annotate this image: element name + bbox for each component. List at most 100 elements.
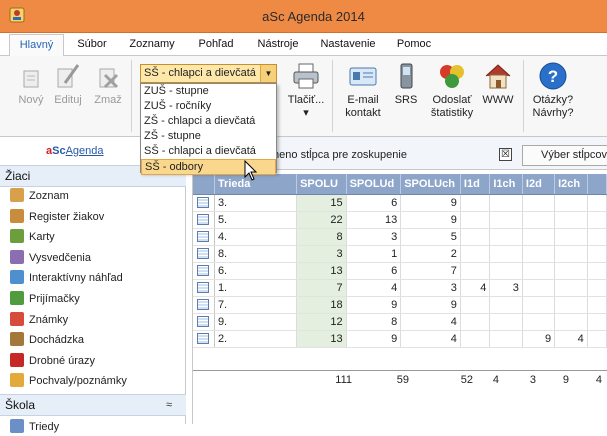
table-cell[interactable] bbox=[460, 262, 491, 280]
table-cell[interactable] bbox=[587, 313, 607, 331]
collapse-icon[interactable]: ≈ bbox=[166, 395, 172, 415]
sidebar-item[interactable]: Zoznam bbox=[10, 187, 69, 205]
tab-nastavenie[interactable]: Nastavenie bbox=[316, 37, 380, 56]
table-cell[interactable] bbox=[489, 262, 523, 280]
table-cell[interactable]: 4 bbox=[400, 313, 461, 331]
table-cell[interactable] bbox=[587, 262, 607, 280]
table-cell[interactable]: 4 bbox=[346, 279, 402, 297]
table-cell[interactable]: 5 bbox=[400, 228, 461, 246]
table-cell[interactable]: 13 bbox=[296, 330, 347, 348]
table-cell[interactable] bbox=[489, 245, 523, 263]
tab-nastroje[interactable]: Nástroje bbox=[252, 37, 304, 56]
table-row[interactable]: 8. 3 1 2 bbox=[193, 245, 607, 263]
email-contact-button[interactable]: E-mail kontakt bbox=[340, 61, 386, 120]
dropdown-option[interactable]: ZUŠ - stupne bbox=[141, 84, 276, 99]
table-cell[interactable] bbox=[522, 194, 556, 212]
table-row[interactable]: 4. 8 3 5 bbox=[193, 228, 607, 246]
table-cell[interactable]: 3 bbox=[346, 228, 402, 246]
table-cell[interactable] bbox=[489, 296, 523, 314]
table-cell[interactable]: 1. bbox=[214, 279, 298, 297]
column-header[interactable] bbox=[587, 174, 607, 195]
sidebar-item[interactable]: Interaktívny náhľad bbox=[10, 269, 123, 287]
table-row[interactable]: 1. 7 4 3 4 3 bbox=[193, 279, 607, 297]
table-cell[interactable] bbox=[460, 194, 491, 212]
table-cell[interactable]: 9 bbox=[400, 211, 461, 229]
tab-pohlad[interactable]: Pohľad bbox=[192, 37, 240, 56]
table-cell[interactable]: 22 bbox=[296, 211, 347, 229]
table-cell[interactable]: 9 bbox=[346, 330, 402, 348]
table-cell[interactable]: 3. bbox=[214, 194, 298, 212]
table-cell[interactable]: 13 bbox=[296, 262, 347, 280]
table-cell[interactable]: 8 bbox=[346, 313, 402, 331]
table-cell[interactable]: 7 bbox=[296, 279, 347, 297]
asc-agenda-link[interactable]: aScAgenda bbox=[46, 145, 104, 157]
sidebar-item[interactable]: Prijímačky bbox=[10, 290, 80, 308]
chevron-down-icon[interactable]: ▼ bbox=[260, 65, 276, 82]
sidebar-item[interactable]: Drobné úrazy bbox=[10, 352, 95, 370]
table-cell[interactable] bbox=[554, 228, 588, 246]
table-cell[interactable] bbox=[587, 245, 607, 263]
table-cell[interactable]: 2. bbox=[214, 330, 298, 348]
table-cell[interactable] bbox=[460, 245, 491, 263]
tab-pomoc[interactable]: Pomoc bbox=[392, 37, 436, 56]
table-cell[interactable]: 15 bbox=[296, 194, 347, 212]
table-cell[interactable]: 3 bbox=[400, 279, 461, 297]
table-cell[interactable]: 4 bbox=[554, 330, 588, 348]
table-cell[interactable] bbox=[460, 330, 491, 348]
table-cell[interactable]: 7. bbox=[214, 296, 298, 314]
table-row[interactable]: 7. 18 9 9 bbox=[193, 296, 607, 314]
table-cell[interactable] bbox=[489, 211, 523, 229]
sidebar-item[interactable]: Známky bbox=[10, 311, 68, 329]
table-row[interactable]: 5. 22 13 9 bbox=[193, 211, 607, 229]
table-cell[interactable] bbox=[460, 228, 491, 246]
checkbox[interactable]: ☒ bbox=[499, 148, 512, 161]
table-cell[interactable]: 9 bbox=[346, 296, 402, 314]
table-cell[interactable]: 18 bbox=[296, 296, 347, 314]
table-cell[interactable]: 9. bbox=[214, 313, 298, 331]
tab-zoznamy[interactable]: Zoznamy bbox=[124, 37, 180, 56]
table-cell[interactable] bbox=[522, 211, 556, 229]
table-cell[interactable] bbox=[522, 228, 556, 246]
table-cell[interactable] bbox=[460, 211, 491, 229]
table-cell[interactable] bbox=[554, 211, 588, 229]
column-header[interactable]: SPOLUch bbox=[400, 174, 461, 195]
www-button[interactable]: WWW bbox=[481, 61, 515, 107]
table-cell[interactable]: 6 bbox=[346, 194, 402, 212]
tab-subor[interactable]: Súbor bbox=[72, 37, 112, 56]
sidebar-item[interactable]: Vysvedčenia bbox=[10, 249, 91, 267]
table-cell[interactable]: 8 bbox=[296, 228, 347, 246]
table-cell[interactable]: 12 bbox=[296, 313, 347, 331]
table-cell[interactable] bbox=[554, 194, 588, 212]
table-row[interactable]: 3. 15 6 9 bbox=[193, 194, 607, 212]
dropdown-option[interactable]: ZŠ - stupne bbox=[141, 129, 276, 144]
table-cell[interactable]: 6. bbox=[214, 262, 298, 280]
column-header[interactable]: I1d bbox=[460, 174, 491, 195]
tab-hlavny[interactable]: Hlavný bbox=[9, 34, 64, 57]
table-cell[interactable]: 4. bbox=[214, 228, 298, 246]
table-cell[interactable] bbox=[522, 262, 556, 280]
table-cell[interactable]: 6 bbox=[346, 262, 402, 280]
table-cell[interactable] bbox=[489, 194, 523, 212]
table-cell[interactable] bbox=[587, 211, 607, 229]
sidebar-item[interactable]: Dochádzka bbox=[10, 331, 84, 349]
table-cell[interactable] bbox=[522, 279, 556, 297]
table-cell[interactable] bbox=[587, 330, 607, 348]
table-cell[interactable] bbox=[460, 313, 491, 331]
table-cell[interactable]: 9 bbox=[400, 194, 461, 212]
srs-button[interactable]: SRS bbox=[392, 61, 420, 107]
table-cell[interactable] bbox=[554, 279, 588, 297]
table-cell[interactable] bbox=[554, 296, 588, 314]
delete-button[interactable]: Zmaž bbox=[92, 61, 124, 107]
dropdown-option[interactable]: ZUŠ - ročníky bbox=[141, 99, 276, 114]
sidebar-item[interactable]: Pochvaly/poznámky bbox=[10, 372, 127, 390]
table-cell[interactable] bbox=[554, 313, 588, 331]
table-row[interactable]: 6. 13 6 7 bbox=[193, 262, 607, 280]
sidebar-item[interactable]: Register žiakov bbox=[10, 208, 104, 226]
table-cell[interactable]: 7 bbox=[400, 262, 461, 280]
print-button[interactable]: Tlačiť... ▾ bbox=[286, 61, 326, 120]
table-cell[interactable] bbox=[489, 313, 523, 331]
section-header-skola[interactable]: Škola ≈ bbox=[0, 394, 186, 416]
table-cell[interactable] bbox=[587, 228, 607, 246]
table-cell[interactable]: 3 bbox=[489, 279, 523, 297]
table-cell[interactable] bbox=[489, 228, 523, 246]
